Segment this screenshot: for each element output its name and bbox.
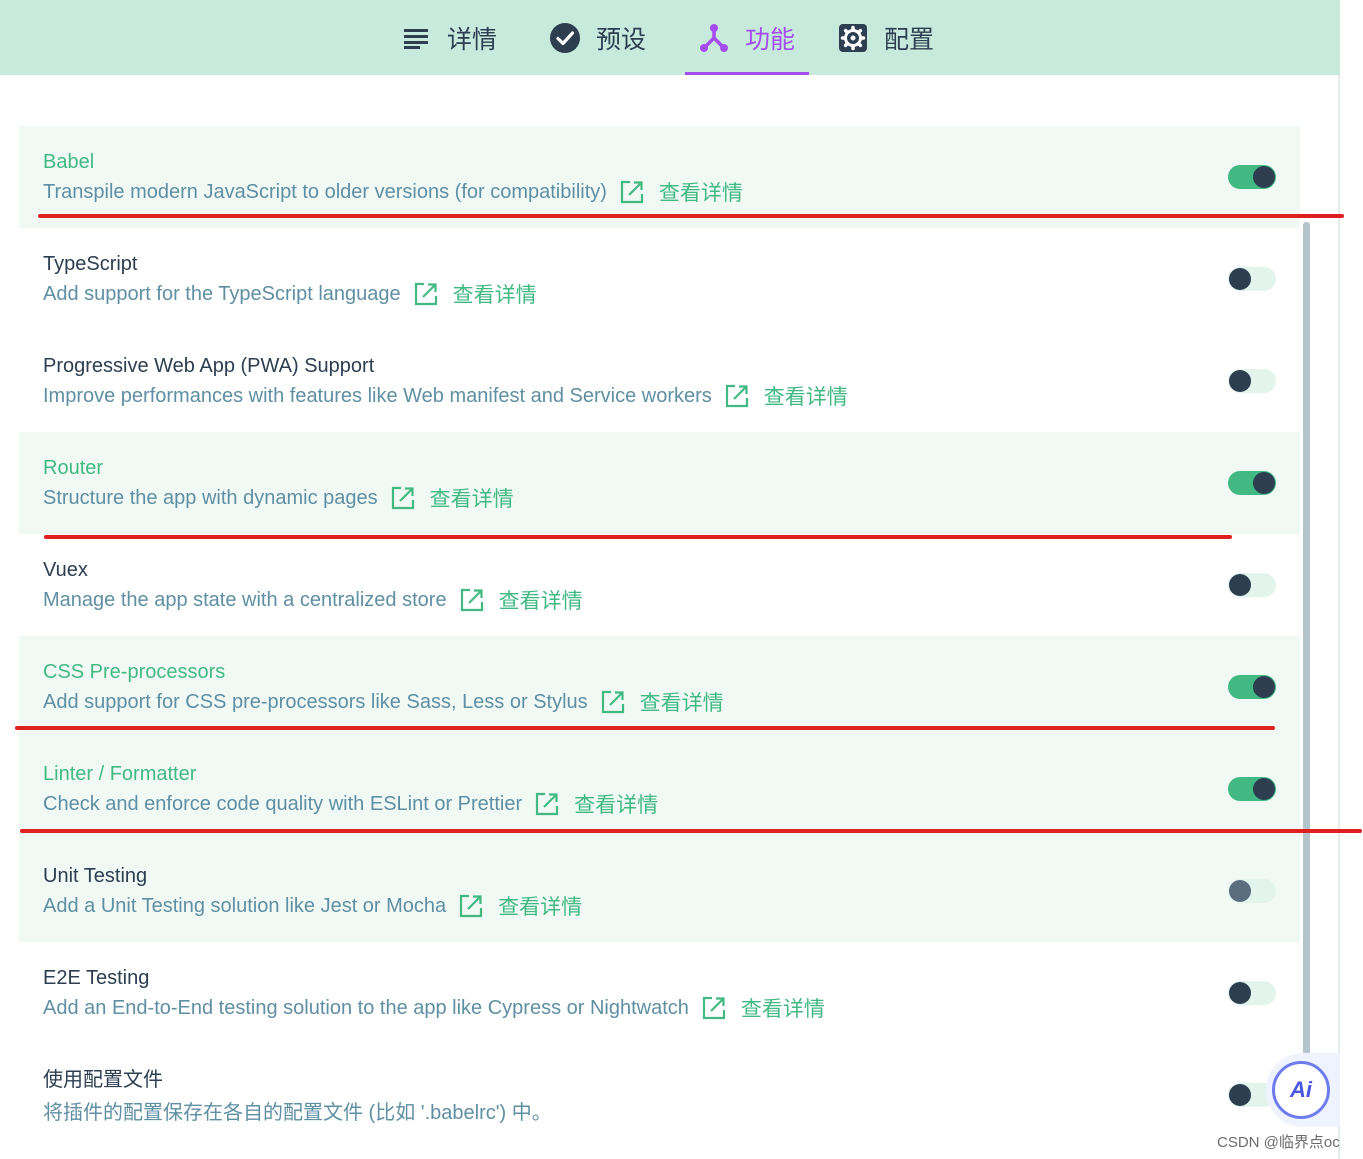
tab-bar: 详情 预设 功能 配置	[387, 0, 948, 75]
view-details-link[interactable]: 查看详情	[453, 279, 537, 309]
feature-name: Linter / Formatter	[43, 763, 197, 785]
view-details-link[interactable]: 查看详情	[498, 891, 582, 921]
external-link-icon[interactable]	[701, 995, 727, 1021]
external-link-icon[interactable]	[534, 791, 560, 817]
feature-name: 使用配置文件	[43, 1069, 163, 1091]
feature-name: Babel	[43, 151, 95, 173]
external-link-icon[interactable]	[459, 587, 485, 613]
top-nav-bar: 详情 预设 功能 配置	[0, 0, 1340, 75]
tab-features-label: 功能	[745, 24, 796, 54]
external-link-icon[interactable]	[458, 893, 484, 919]
toggle-knob	[1229, 880, 1251, 902]
toggle-knob	[1253, 166, 1275, 188]
view-details-link[interactable]: 查看详情	[764, 381, 848, 411]
feature-description: Improve performances with features like …	[43, 384, 712, 407]
feature-item-pwa[interactable]: Progressive Web App (PWA) Support Improv…	[19, 330, 1300, 432]
view-details-link[interactable]: 查看详情	[659, 177, 743, 207]
annotation-underline	[20, 829, 1362, 833]
feature-item-babel[interactable]: Babel Transpile modern JavaScript to old…	[19, 126, 1300, 228]
tab-presets[interactable]: 预设	[536, 0, 660, 75]
feature-item-linter[interactable]: Linter / Formatter Check and enforce cod…	[19, 738, 1300, 840]
merge-fork-icon	[699, 23, 729, 53]
external-link-icon[interactable]	[390, 485, 416, 511]
view-details-link[interactable]: 查看详情	[499, 585, 583, 615]
feature-description: Add support for the TypeScript language	[43, 282, 401, 305]
ai-assistant-button[interactable]: Ai	[1266, 1053, 1340, 1127]
tab-details-label: 详情	[447, 24, 498, 54]
tab-presets-label: 预设	[596, 24, 647, 54]
tab-features[interactable]: 功能	[685, 0, 810, 75]
scrollbar-thumb[interactable]	[1303, 222, 1310, 1062]
toggle-knob	[1229, 268, 1251, 290]
toggle-knob	[1229, 982, 1251, 1004]
external-link-icon[interactable]	[600, 689, 626, 715]
ai-icon: Ai	[1272, 1061, 1330, 1119]
feature-item-vuex[interactable]: Vuex Manage the app state with a central…	[19, 534, 1300, 636]
tab-config[interactable]: 配置	[824, 0, 948, 75]
feature-list: Babel Transpile modern JavaScript to old…	[19, 126, 1300, 1146]
toggle-knob	[1253, 472, 1275, 494]
feature-description: Add a Unit Testing solution like Jest or…	[43, 894, 447, 917]
external-link-icon[interactable]	[724, 383, 750, 409]
feature-description: Add support for CSS pre-processors like …	[43, 690, 588, 713]
gear-icon	[838, 23, 868, 53]
tab-details[interactable]: 详情	[387, 0, 511, 75]
feature-description: Add an End-to-End testing solution to th…	[43, 996, 689, 1019]
toggle-switch[interactable]	[1228, 369, 1276, 393]
feature-description: 将插件的配置保存在各自的配置文件 (比如 '.babelrc') 中。	[43, 1101, 552, 1124]
toggle-switch[interactable]	[1228, 267, 1276, 291]
toggle-knob	[1253, 676, 1275, 698]
view-details-link[interactable]: 查看详情	[640, 687, 724, 717]
external-link-icon[interactable]	[619, 179, 645, 205]
feature-name: Progressive Web App (PWA) Support	[43, 355, 375, 377]
toggle-switch[interactable]	[1228, 675, 1276, 699]
toggle-switch[interactable]	[1228, 573, 1276, 597]
toggle-knob	[1229, 370, 1251, 392]
ai-label: Ai	[1290, 1077, 1312, 1102]
feature-item-unit-testing[interactable]: Unit Testing Add a Unit Testing solution…	[19, 840, 1300, 942]
feature-name: Vuex	[43, 559, 88, 581]
annotation-underline	[15, 726, 1275, 730]
feature-description: Manage the app state with a centralized …	[43, 588, 447, 611]
feature-name: Unit Testing	[43, 865, 148, 887]
feature-item-typescript[interactable]: TypeScript Add support for the TypeScrip…	[19, 228, 1300, 330]
feature-item-css-preprocessors[interactable]: CSS Pre-processors Add support for CSS p…	[19, 636, 1300, 738]
feature-item-e2e-testing[interactable]: E2E Testing Add an End-to-End testing so…	[19, 942, 1300, 1044]
feature-item-router[interactable]: Router Structure the app with dynamic pa…	[19, 432, 1300, 534]
toggle-switch[interactable]	[1228, 981, 1276, 1005]
feature-description: Structure the app with dynamic pages	[43, 486, 378, 509]
toggle-switch[interactable]	[1228, 471, 1276, 495]
feature-item-config-files[interactable]: 使用配置文件 将插件的配置保存在各自的配置文件 (比如 '.babelrc') …	[19, 1044, 1300, 1146]
toggle-knob	[1229, 1084, 1251, 1106]
feature-description: Check and enforce code quality with ESLi…	[43, 792, 523, 815]
toggle-switch[interactable]	[1228, 879, 1276, 903]
external-link-icon[interactable]	[413, 281, 439, 307]
annotation-underline	[44, 535, 1232, 539]
toggle-knob	[1253, 778, 1275, 800]
watermark: CSDN @临界点oc	[1217, 1134, 1340, 1151]
view-details-link[interactable]: 查看详情	[430, 483, 514, 513]
check-circle-icon	[550, 22, 581, 53]
feature-description: Transpile modern JavaScript to older ver…	[43, 180, 607, 203]
annotation-underline	[38, 214, 1344, 218]
feature-name: TypeScript	[43, 253, 138, 275]
feature-name: E2E Testing	[43, 967, 150, 989]
tab-config-label: 配置	[884, 24, 935, 54]
feature-name: Router	[43, 457, 104, 479]
toggle-switch[interactable]	[1228, 165, 1276, 189]
content-border	[1338, 75, 1340, 1159]
toggle-switch[interactable]	[1228, 777, 1276, 801]
list-icon	[401, 23, 431, 53]
toggle-knob	[1229, 574, 1251, 596]
view-details-link[interactable]: 查看详情	[574, 789, 658, 819]
view-details-link[interactable]: 查看详情	[741, 993, 825, 1023]
feature-name: CSS Pre-processors	[43, 661, 226, 683]
